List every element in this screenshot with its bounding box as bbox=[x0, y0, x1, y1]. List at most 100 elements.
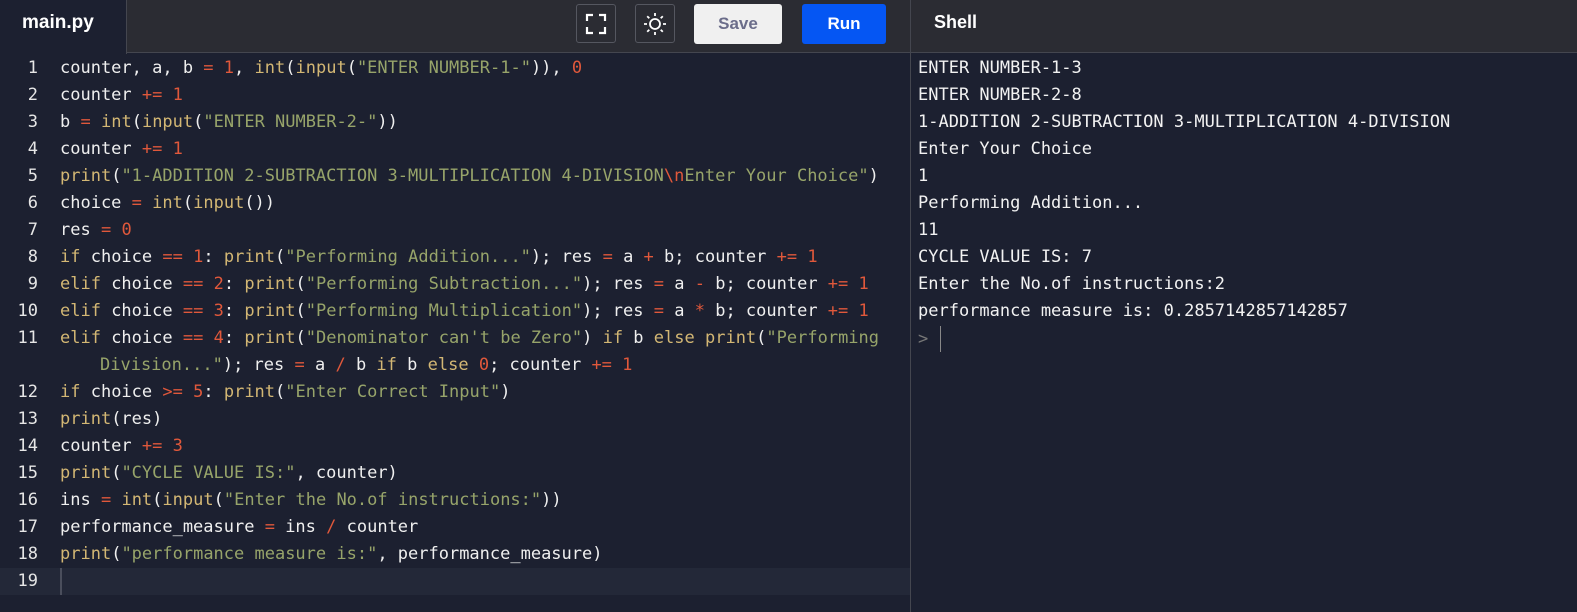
code-line[interactable]: 11 elif choice == 4: print("Denominator c… bbox=[0, 325, 910, 379]
token-keyword: print bbox=[704, 328, 757, 348]
token-code-text: ) bbox=[500, 382, 511, 402]
code-content[interactable]: if choice == 1: print("Performing Additi… bbox=[60, 244, 910, 271]
token-keyword: elif bbox=[60, 328, 101, 348]
token-code-text: ( bbox=[111, 463, 122, 483]
code-line[interactable]: 7 res = 0 bbox=[0, 217, 910, 244]
prompt-chevron-icon: > bbox=[918, 328, 929, 349]
token-code-text: counter bbox=[336, 517, 419, 537]
code-line[interactable]: 16 ins = int(input("Enter the No.of instr… bbox=[0, 487, 910, 514]
token-code-text: ( bbox=[111, 544, 122, 564]
token-code-text: : bbox=[203, 247, 224, 267]
code-line[interactable]: 1 counter, a, b = 1, int(input("ENTER NUM… bbox=[0, 55, 910, 82]
token-operator: == bbox=[182, 301, 204, 321]
code-line[interactable]: 14 counter += 3 bbox=[0, 433, 910, 460]
code-content[interactable]: print(res) bbox=[60, 406, 910, 433]
code-content[interactable]: elif choice == 4: print("Denominator can… bbox=[60, 325, 910, 379]
code-line[interactable]: 15 print("CYCLE VALUE IS:", counter) bbox=[0, 460, 910, 487]
token-operator: += bbox=[141, 85, 163, 105]
token-code-text: )) bbox=[377, 112, 398, 132]
code-content[interactable]: counter += 1 bbox=[60, 136, 910, 163]
code-line[interactable]: 10 elif choice == 3: print("Performing Mu… bbox=[0, 298, 910, 325]
token-number: 1 bbox=[807, 247, 818, 267]
code-content[interactable]: if choice >= 5: print("Enter Correct Inp… bbox=[60, 379, 910, 406]
save-button[interactable]: Save bbox=[694, 4, 782, 44]
token-code-text bbox=[111, 490, 121, 510]
code-editor[interactable]: 1 counter, a, b = 1, int(input("ENTER NUM… bbox=[0, 55, 910, 595]
fullscreen-button[interactable] bbox=[576, 4, 616, 43]
token-code-text bbox=[142, 193, 152, 213]
code-content[interactable]: elif choice == 2: print("Performing Subt… bbox=[60, 271, 910, 298]
shell-output-line: 1-ADDITION 2-SUBTRACTION 3-MULTIPLICATIO… bbox=[918, 112, 1451, 132]
token-code-text: b; counter bbox=[704, 301, 828, 321]
theme-toggle-button[interactable] bbox=[635, 4, 675, 43]
token-operator: += bbox=[776, 247, 798, 267]
token-number: 1 bbox=[622, 355, 633, 375]
run-button[interactable]: Run bbox=[802, 4, 886, 44]
code-line[interactable]: 19 bbox=[0, 568, 910, 595]
token-code-text: counter bbox=[60, 85, 142, 105]
token-operator: = bbox=[100, 490, 112, 510]
line-number: 12 bbox=[17, 382, 38, 402]
tab-main-py[interactable]: main.py bbox=[0, 0, 127, 54]
token-code-text: choice bbox=[100, 301, 183, 321]
code-content[interactable]: print("CYCLE VALUE IS:", counter) bbox=[60, 460, 910, 487]
shell-output[interactable]: ENTER NUMBER-1-3 ENTER NUMBER-2-8 1-ADDITI… bbox=[918, 55, 1450, 352]
code-line[interactable]: 17 performance_measure = ins / counter bbox=[0, 514, 910, 541]
token-keyword: elif bbox=[60, 274, 101, 294]
line-number: 19 bbox=[17, 571, 38, 591]
code-line[interactable]: 5 print("1-ADDITION 2-SUBTRACTION 3-MULTI… bbox=[0, 163, 910, 190]
code-line[interactable]: 18 print("performance measure is:", perfo… bbox=[0, 541, 910, 568]
line-number: 7 bbox=[27, 220, 38, 240]
token-code-text bbox=[162, 436, 172, 456]
token-code-text: ) bbox=[582, 328, 603, 348]
token-keyword: print bbox=[244, 328, 296, 348]
token-keyword: int bbox=[121, 490, 153, 510]
token-code-text bbox=[695, 328, 705, 348]
token-operator: == bbox=[162, 247, 183, 267]
token-code-text bbox=[91, 112, 101, 132]
shell-prompt[interactable]: > bbox=[918, 325, 1450, 352]
code-content[interactable]: res = 0 bbox=[60, 217, 910, 244]
token-code-text: , bbox=[551, 58, 572, 78]
token-code-text bbox=[183, 382, 193, 402]
token-code-text bbox=[214, 58, 224, 78]
code-content[interactable]: choice = int(input()) bbox=[60, 190, 910, 217]
token-string: "Denominator can't be Zero" bbox=[305, 328, 583, 348]
token-number: 1 bbox=[223, 58, 235, 78]
token-code-text: ); res bbox=[582, 301, 654, 321]
code-line[interactable]: 13 print(res) bbox=[0, 406, 910, 433]
token-code-text: ( bbox=[295, 301, 306, 321]
token-code-text: ( bbox=[285, 58, 296, 78]
token-code-text: ( bbox=[295, 274, 306, 294]
code-content[interactable] bbox=[60, 568, 910, 595]
token-code-text: , bbox=[234, 58, 255, 78]
line-number: 4 bbox=[27, 139, 38, 159]
code-content[interactable]: counter, a, b = 1, int(input("ENTER NUMB… bbox=[60, 55, 910, 82]
code-line[interactable]: 9 elif choice == 2: print("Performing Sub… bbox=[0, 271, 910, 298]
code-content[interactable]: print("1-ADDITION 2-SUBTRACTION 3-MULTIP… bbox=[60, 163, 910, 190]
code-line[interactable]: 12 if choice >= 5: print("Enter Correct I… bbox=[0, 379, 910, 406]
shell-output-line: Enter Your Choice bbox=[918, 139, 1092, 159]
code-line[interactable]: 3b = int(input("ENTER NUMBER-2-")) bbox=[0, 109, 910, 136]
token-operator: = bbox=[653, 274, 664, 294]
code-content[interactable]: elif choice == 3: print("Performing Mult… bbox=[60, 298, 910, 325]
code-content[interactable]: counter += 1 bbox=[60, 82, 910, 109]
line-number: 2 bbox=[27, 85, 38, 105]
line-number: 17 bbox=[17, 517, 38, 537]
code-content[interactable]: b = int(input("ENTER NUMBER-2-")) bbox=[60, 109, 910, 136]
code-content[interactable]: performance_measure = ins / counter bbox=[60, 514, 910, 541]
code-line[interactable]: 6 choice = int(input()) bbox=[0, 190, 910, 217]
line-number: 10 bbox=[17, 301, 38, 321]
code-content[interactable]: ins = int(input("Enter the No.of instruc… bbox=[60, 487, 910, 514]
pane-divider[interactable] bbox=[910, 0, 911, 612]
code-content[interactable]: print("performance measure is:", perform… bbox=[60, 541, 910, 568]
toolbar: main.py Save Run Shell bbox=[0, 0, 1577, 54]
shell-output-line: performance measure is: 0.28571428571428… bbox=[918, 301, 1348, 321]
token-keyword: int bbox=[100, 112, 132, 132]
token-number: 5 bbox=[193, 382, 204, 402]
code-line[interactable]: 2 counter += 1 bbox=[0, 82, 910, 109]
code-line[interactable]: 4 counter += 1 bbox=[0, 136, 910, 163]
token-keyword: if bbox=[60, 247, 81, 267]
code-content[interactable]: counter += 3 bbox=[60, 433, 910, 460]
code-line[interactable]: 8 if choice == 1: print("Performing Addit… bbox=[0, 244, 910, 271]
